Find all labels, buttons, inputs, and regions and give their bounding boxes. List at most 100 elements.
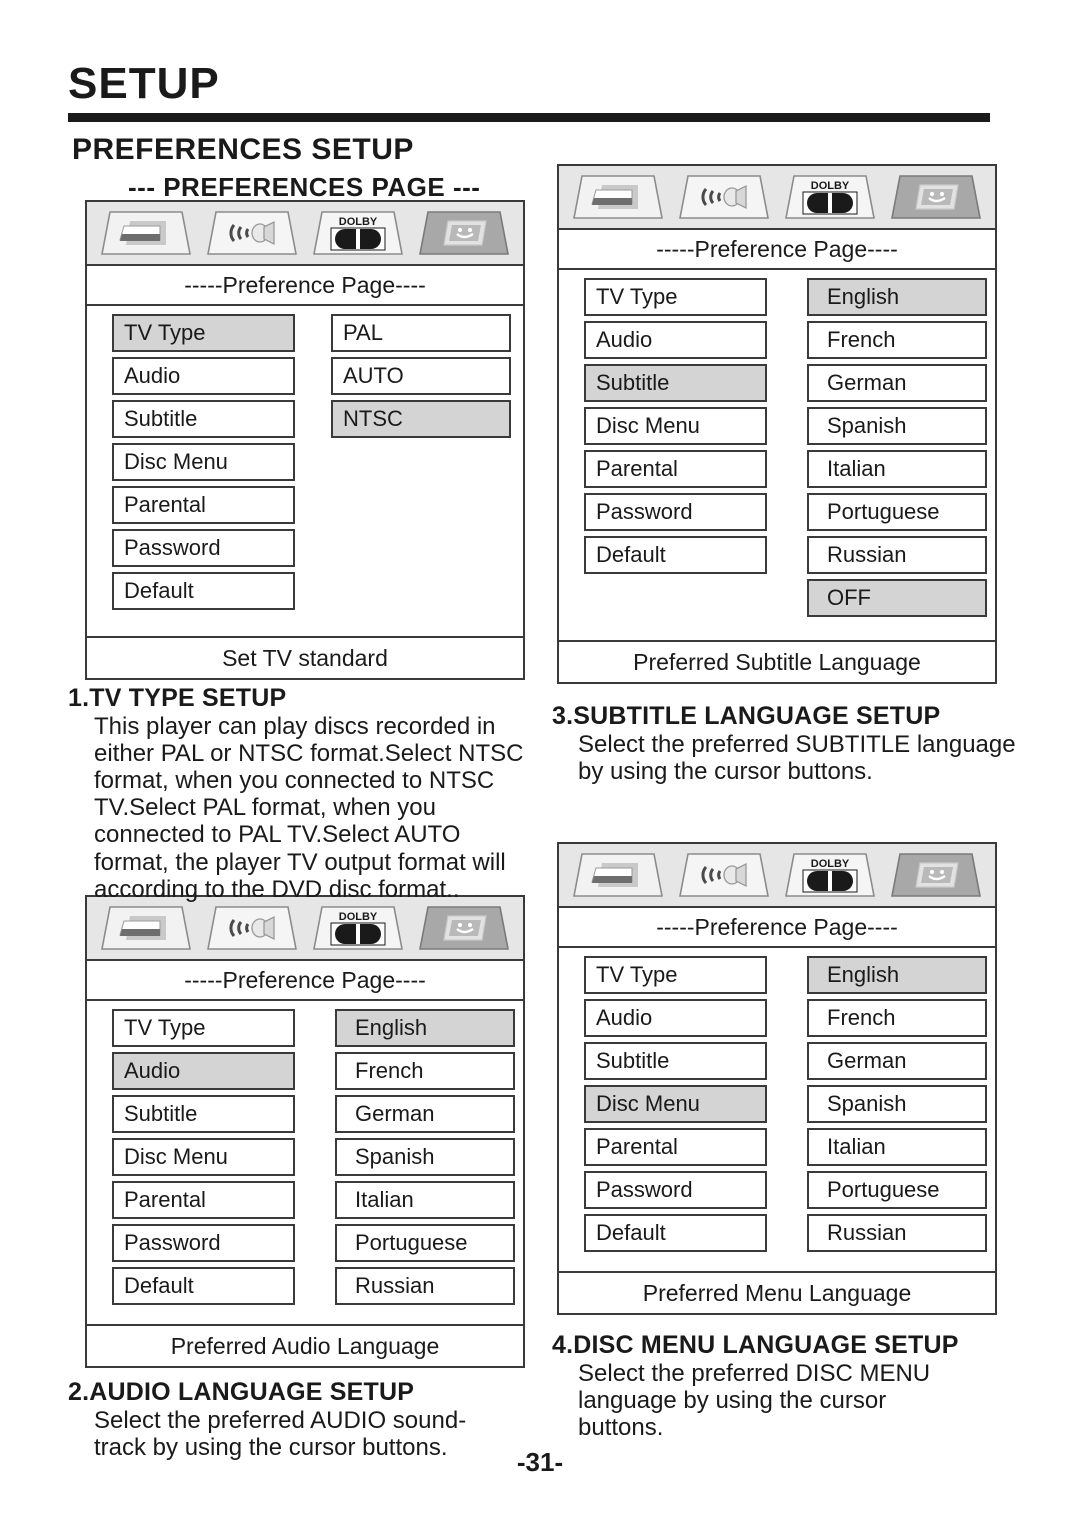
- menu-item-parental[interactable]: Parental: [112, 1181, 295, 1219]
- osd-page-title: -----Preference Page----: [559, 908, 995, 948]
- option-item-russian[interactable]: Russian: [335, 1267, 515, 1305]
- osd-icon-bar: DOLBY: [559, 166, 995, 230]
- option-item-french[interactable]: French: [807, 321, 987, 359]
- menu-item-tv-type[interactable]: TV Type: [112, 314, 295, 352]
- option-item-spanish[interactable]: Spanish: [807, 1085, 987, 1123]
- menu-item-subtitle[interactable]: Subtitle: [584, 364, 767, 402]
- speaker-icon[interactable]: [206, 903, 298, 953]
- option-item-auto[interactable]: AUTO: [331, 357, 511, 395]
- menu-item-tv-type[interactable]: TV Type: [584, 956, 767, 994]
- menu-item-default[interactable]: Default: [584, 536, 767, 574]
- section-body: Select the preferred SUBTITLE language b…: [578, 731, 1016, 786]
- dolby-logo-icon[interactable]: DOLBY: [312, 903, 404, 953]
- option-item-french[interactable]: French: [335, 1052, 515, 1090]
- osd-page-title: -----Preference Page----: [87, 961, 523, 1001]
- tv-screen-icon[interactable]: [572, 172, 664, 222]
- osd-options-column: English French German Spanish Italian Portugu…: [807, 278, 987, 617]
- menu-item-disc-menu[interactable]: Disc Menu: [112, 443, 295, 481]
- option-item-italian[interactable]: Italian: [807, 450, 987, 488]
- speaker-icon[interactable]: [206, 208, 298, 258]
- section-body: This player can play discs recorded in e…: [94, 713, 524, 903]
- option-item-spanish[interactable]: Spanish: [335, 1138, 515, 1176]
- osd-page-title: -----Preference Page----: [559, 230, 995, 270]
- osd-panel-disc-menu: DOLBY -----Preference Page---- TV Type Au…: [557, 842, 997, 1315]
- option-item-russian[interactable]: Russian: [807, 536, 987, 574]
- menu-item-subtitle[interactable]: Subtitle: [584, 1042, 767, 1080]
- dolby-logo-icon[interactable]: DOLBY: [784, 850, 876, 900]
- option-item-german[interactable]: German: [807, 364, 987, 402]
- osd-body: TV Type Audio Subtitle Disc Menu Parental Pas…: [87, 1001, 523, 1315]
- osd-footer-hint: Preferred Audio Language: [87, 1324, 523, 1366]
- menu-item-audio[interactable]: Audio: [584, 999, 767, 1037]
- menu-item-audio[interactable]: Audio: [112, 1052, 295, 1090]
- osd-page-title: -----Preference Page----: [87, 266, 523, 306]
- manual-page: SETUP PREFERENCES SETUP --- PREFERENCES …: [0, 0, 1080, 1529]
- dolby-logo-icon[interactable]: DOLBY: [784, 172, 876, 222]
- menu-item-tv-type[interactable]: TV Type: [112, 1009, 295, 1047]
- option-item-portuguese[interactable]: Portuguese: [807, 493, 987, 531]
- option-item-italian[interactable]: Italian: [807, 1128, 987, 1166]
- option-item-spanish[interactable]: Spanish: [807, 407, 987, 445]
- menu-item-password[interactable]: Password: [112, 1224, 295, 1262]
- tv-screen-icon[interactable]: [100, 903, 192, 953]
- osd-options-column: English French German Spanish Italian Portugu…: [807, 956, 987, 1252]
- menu-item-password[interactable]: Password: [112, 529, 295, 567]
- menu-item-password[interactable]: Password: [584, 493, 767, 531]
- osd-options-column: PAL AUTO NTSC: [331, 314, 511, 610]
- osd-icon-bar: DOLBY: [559, 844, 995, 908]
- menu-item-parental[interactable]: Parental: [584, 1128, 767, 1166]
- menu-item-disc-menu[interactable]: Disc Menu: [584, 1085, 767, 1123]
- section-title: PREFERENCES SETUP: [72, 133, 414, 166]
- option-item-english[interactable]: English: [335, 1009, 515, 1047]
- option-item-portuguese[interactable]: Portuguese: [335, 1224, 515, 1262]
- dolby-logo-icon[interactable]: DOLBY: [312, 208, 404, 258]
- option-item-italian[interactable]: Italian: [335, 1181, 515, 1219]
- page-number: -31-: [516, 1447, 564, 1477]
- preferences-icon[interactable]: [890, 850, 982, 900]
- option-item-pal[interactable]: PAL: [331, 314, 511, 352]
- option-item-off[interactable]: OFF: [807, 579, 987, 617]
- osd-body: TV Type Audio Subtitle Disc Menu Parental Pas…: [559, 270, 995, 627]
- osd-icon-bar: DOLBY: [87, 202, 523, 266]
- option-item-french[interactable]: French: [807, 999, 987, 1037]
- menu-item-default[interactable]: Default: [112, 572, 295, 610]
- menu-item-subtitle[interactable]: Subtitle: [112, 400, 295, 438]
- menu-item-parental[interactable]: Parental: [584, 450, 767, 488]
- option-item-english[interactable]: English: [807, 278, 987, 316]
- menu-item-default[interactable]: Default: [584, 1214, 767, 1252]
- tv-screen-icon[interactable]: [572, 850, 664, 900]
- option-item-portuguese[interactable]: Portuguese: [807, 1171, 987, 1209]
- menu-item-disc-menu[interactable]: Disc Menu: [584, 407, 767, 445]
- osd-footer-hint: Set TV standard: [87, 636, 523, 678]
- section-heading: 3.SUBTITLE LANGUAGE SETUP: [552, 702, 941, 730]
- section-disc-menu-language-setup: 4.DISC MENU LANGUAGE SETUP Select the pr…: [552, 1331, 1022, 1441]
- option-item-russian[interactable]: Russian: [807, 1214, 987, 1252]
- option-item-ntsc[interactable]: NTSC: [331, 400, 511, 438]
- menu-item-audio[interactable]: Audio: [112, 357, 295, 395]
- svg-text:DOLBY: DOLBY: [811, 858, 850, 870]
- osd-menu-column: TV Type Audio Subtitle Disc Menu Parental Pas…: [584, 278, 767, 617]
- menu-item-disc-menu[interactable]: Disc Menu: [112, 1138, 295, 1176]
- speaker-icon[interactable]: [678, 172, 770, 222]
- svg-text:DOLBY: DOLBY: [339, 911, 378, 923]
- preferences-icon[interactable]: [890, 172, 982, 222]
- menu-item-subtitle[interactable]: Subtitle: [112, 1095, 295, 1133]
- menu-item-password[interactable]: Password: [584, 1171, 767, 1209]
- menu-item-parental[interactable]: Parental: [112, 486, 295, 524]
- osd-menu-column: TV Type Audio Subtitle Disc Menu Parental Pas…: [584, 956, 767, 1252]
- osd-panel-subtitle: DOLBY -----Preference Page---- TV Type Au…: [557, 164, 997, 684]
- speaker-icon[interactable]: [678, 850, 770, 900]
- tv-screen-icon[interactable]: [100, 208, 192, 258]
- option-item-german[interactable]: German: [807, 1042, 987, 1080]
- option-item-german[interactable]: German: [335, 1095, 515, 1133]
- menu-item-audio[interactable]: Audio: [584, 321, 767, 359]
- menu-item-tv-type[interactable]: TV Type: [584, 278, 767, 316]
- osd-footer-hint: Preferred Subtitle Language: [559, 640, 995, 682]
- osd-icon-bar: DOLBY: [87, 897, 523, 961]
- option-item-english[interactable]: English: [807, 956, 987, 994]
- menu-item-default[interactable]: Default: [112, 1267, 295, 1305]
- preferences-icon[interactable]: [418, 208, 510, 258]
- osd-menu-column: TV Type Audio Subtitle Disc Menu Parental Pas…: [112, 1009, 295, 1305]
- preferences-icon[interactable]: [418, 903, 510, 953]
- header-rule: [68, 113, 990, 122]
